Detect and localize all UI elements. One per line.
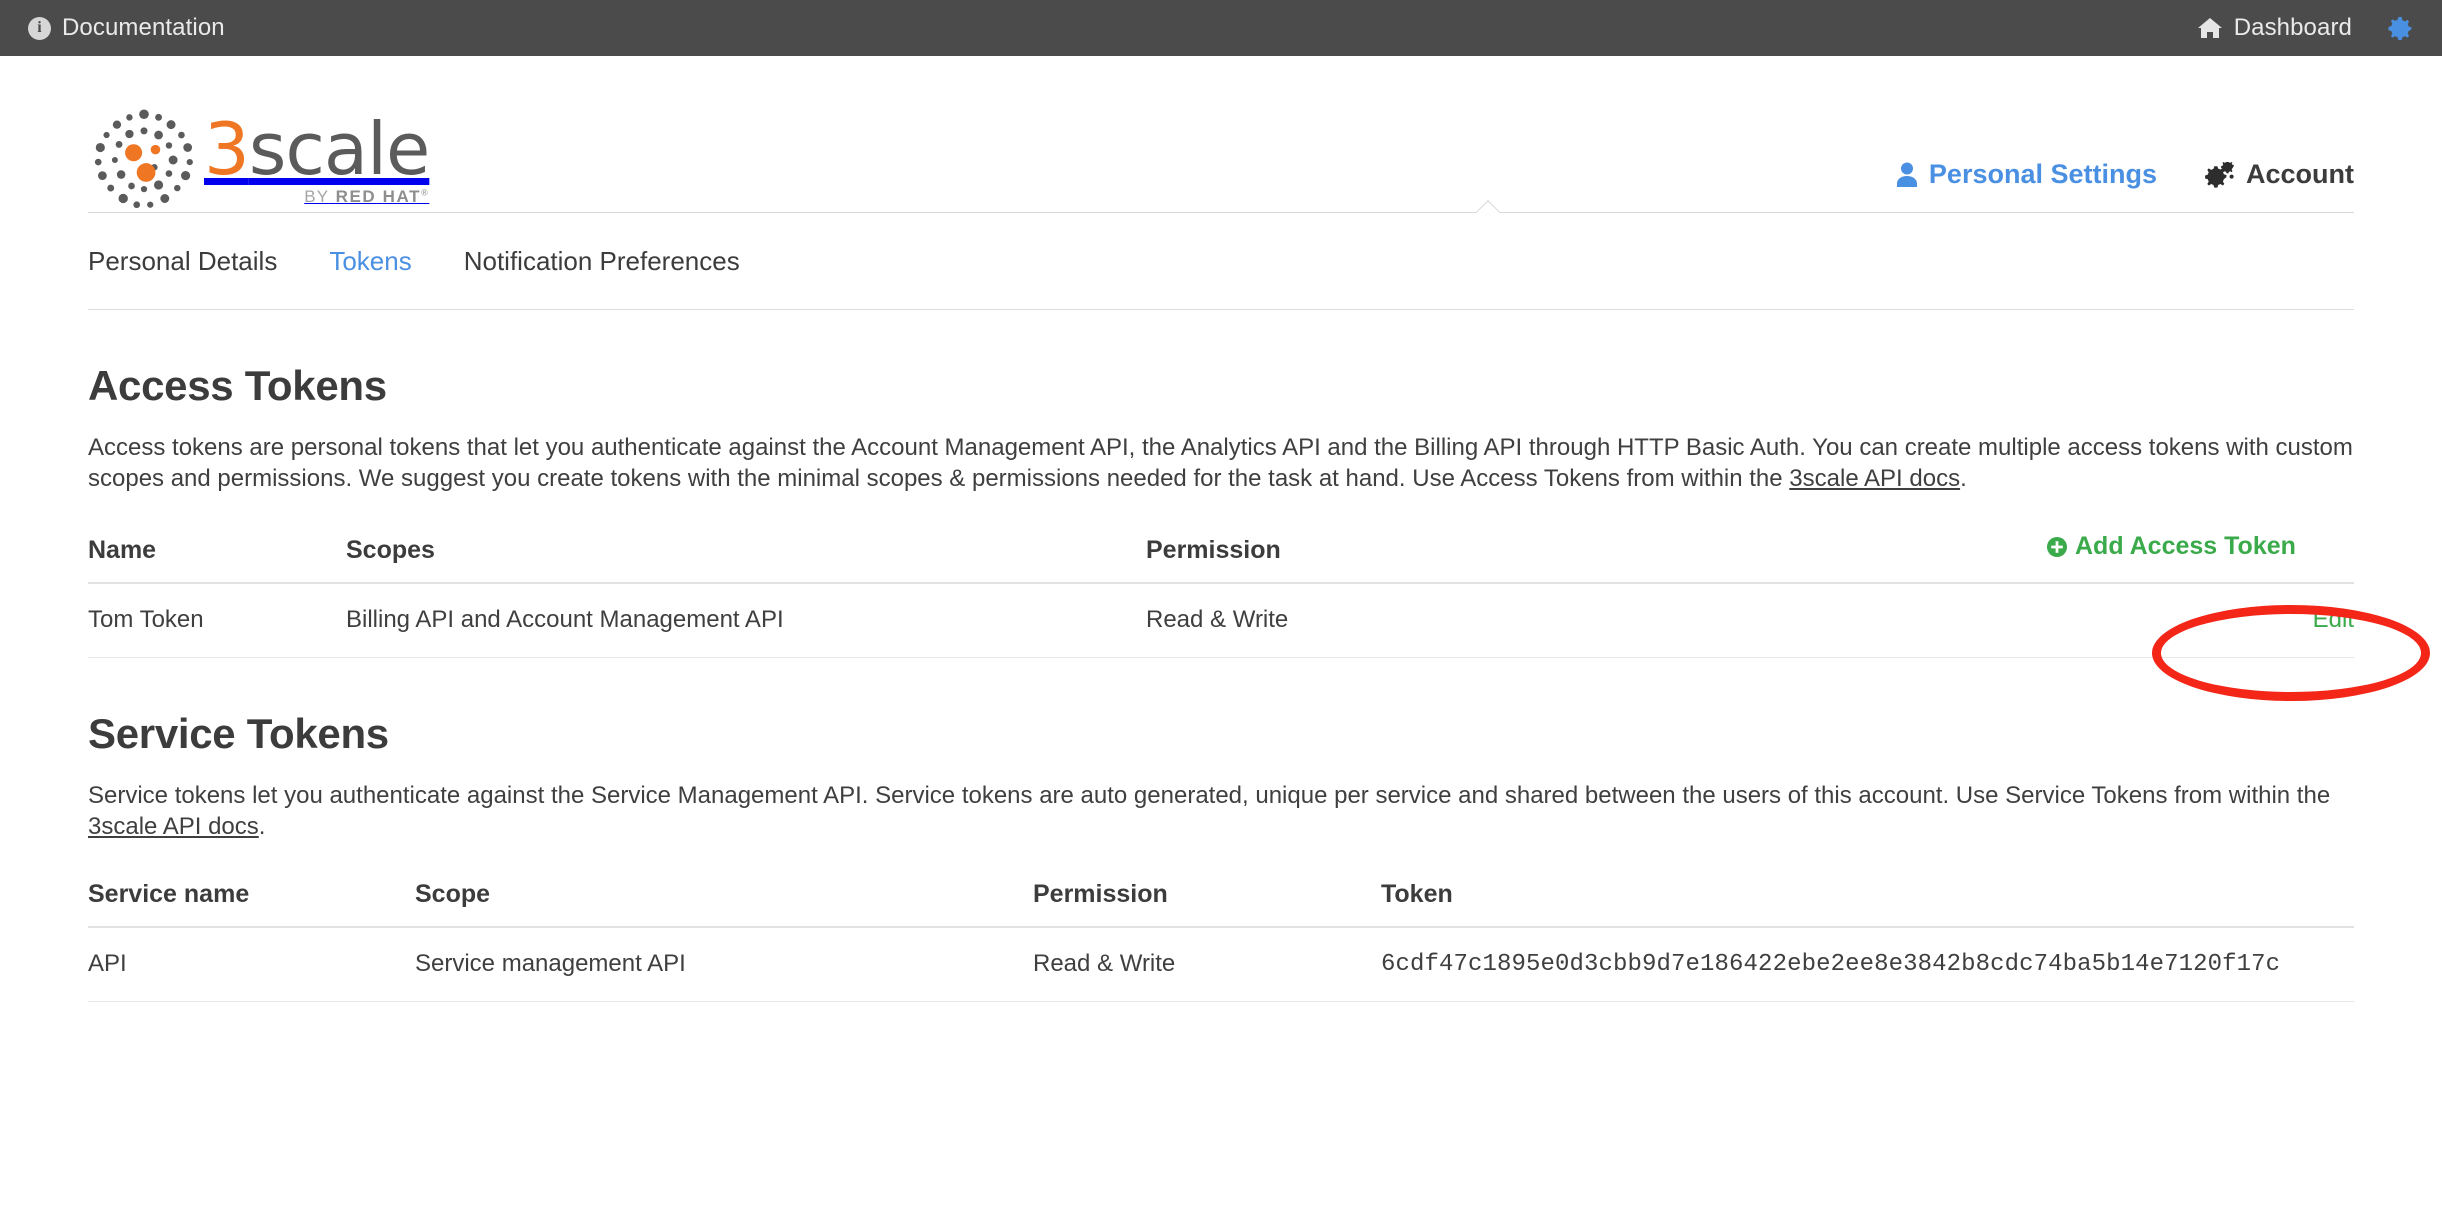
- nav-personal-settings-label: Personal Settings: [1928, 159, 2157, 189]
- active-nav-caret: [1475, 200, 1501, 213]
- service-token-name: API: [88, 927, 415, 1003]
- service-token-value: 6cdf47c1895e0d3cbb9d7e186422ebe2ee8e3842…: [1381, 927, 2354, 1003]
- masthead: 3scale BY RED HAT® Personal Settings Acc…: [88, 56, 2354, 212]
- dashboard-label: Dashboard: [2233, 14, 2352, 41]
- edit-access-token-link[interactable]: Edit: [2313, 606, 2354, 633]
- main-content: Access Tokens Access tokens are personal…: [88, 362, 2354, 1003]
- service-tokens-table: Service name Scope Permission Token API …: [88, 880, 2354, 1003]
- documentation-link[interactable]: i Documentation: [28, 14, 251, 42]
- tokens-subnav: Personal Details Tokens Notification Pre…: [88, 213, 2354, 309]
- gears-icon: [2205, 161, 2235, 188]
- info-circle-icon: i: [28, 16, 51, 40]
- top-navigation-bar: i Documentation Dashboard: [0, 0, 2442, 56]
- logo-scale: scale: [248, 106, 431, 191]
- logo-byline-red: RED: [335, 186, 377, 206]
- service-tokens-description: Service tokens let you authenticate agai…: [88, 781, 2354, 842]
- plus-circle-icon: [2046, 536, 2068, 558]
- col-service-name: Service name: [88, 880, 415, 929]
- subtab-notification-preferences[interactable]: Notification Preferences: [464, 246, 740, 277]
- access-token-actions: Edit: [2046, 582, 2354, 658]
- col-actions: Add Access Token: [2046, 532, 2354, 584]
- col-name: Name: [88, 532, 346, 584]
- add-access-token-label: Add Access Token: [2075, 532, 2296, 561]
- gear-icon: [2386, 14, 2424, 42]
- nav-account[interactable]: Account: [2205, 159, 2354, 190]
- add-access-token-button[interactable]: Add Access Token: [2046, 532, 2296, 561]
- topbar-right-group: Dashboard: [2197, 14, 2424, 42]
- subtab-personal-details[interactable]: Personal Details: [88, 246, 277, 277]
- 3scale-logo[interactable]: 3scale BY RED HAT®: [88, 108, 430, 212]
- nav-account-label: Account: [2246, 159, 2354, 189]
- service-token-permission: Read & Write: [1033, 927, 1381, 1003]
- logo-dots-icon: [92, 108, 196, 212]
- nav-personal-settings[interactable]: Personal Settings: [1896, 159, 2157, 190]
- logo-wordmark: 3scale BY RED HAT®: [204, 113, 430, 207]
- col-service-permission: Permission: [1033, 880, 1381, 929]
- page-container: 3scale BY RED HAT® Personal Settings Acc…: [0, 56, 2442, 1003]
- access-tokens-table: Name Scopes Permission Add Access Token …: [88, 532, 2354, 658]
- home-icon: [2197, 17, 2223, 39]
- logo-registered-mark: ®: [421, 186, 430, 197]
- dashboard-link[interactable]: Dashboard: [2197, 14, 2386, 42]
- person-icon: [1896, 162, 1918, 187]
- access-tokens-heading: Access Tokens: [88, 362, 387, 409]
- access-tokens-description-period: .: [1960, 464, 1967, 492]
- logo-3: 3: [204, 106, 250, 191]
- service-token-scope: Service management API: [415, 927, 1033, 1003]
- access-token-scopes: Billing API and Account Management API: [346, 582, 1146, 658]
- access-tokens-description: Access tokens are personal tokens that l…: [88, 433, 2354, 494]
- settings-gear-button[interactable]: [2386, 14, 2424, 42]
- access-tokens-description-text: Access tokens are personal tokens that l…: [88, 434, 2353, 492]
- table-row: API Service management API Read & Write …: [88, 927, 2354, 1003]
- access-tokens-docs-link[interactable]: 3scale API docs: [1789, 465, 1960, 492]
- topbar-left-group: i Documentation: [28, 14, 251, 42]
- col-token: Token: [1381, 880, 2354, 929]
- subtab-tokens[interactable]: Tokens: [329, 246, 411, 277]
- service-tokens-description-text: Service tokens let you authenticate agai…: [88, 781, 2331, 809]
- access-token-permission: Read & Write: [1146, 582, 2046, 658]
- col-scope: Scope: [415, 880, 1033, 929]
- service-tokens-docs-link[interactable]: 3scale API docs: [88, 813, 259, 840]
- table-row: Tom Token Billing API and Account Manage…: [88, 582, 2354, 658]
- account-navigation: Personal Settings Account: [1896, 159, 2354, 212]
- account-nav-divider: [88, 212, 2354, 213]
- access-tokens-header-row: Name Scopes Permission Add Access Token: [88, 532, 2354, 584]
- subnav-divider: [88, 309, 2354, 310]
- logo-byline-by: BY: [304, 186, 330, 206]
- service-tokens-description-period: .: [258, 812, 266, 840]
- documentation-label: Documentation: [62, 14, 225, 41]
- service-tokens-header-row: Service name Scope Permission Token: [88, 880, 2354, 929]
- access-token-name: Tom Token: [88, 582, 346, 658]
- service-tokens-heading: Service Tokens: [88, 709, 389, 757]
- col-scopes: Scopes: [346, 532, 1146, 584]
- logo-byline-hat: HAT: [382, 186, 422, 206]
- col-permission: Permission: [1146, 532, 2046, 584]
